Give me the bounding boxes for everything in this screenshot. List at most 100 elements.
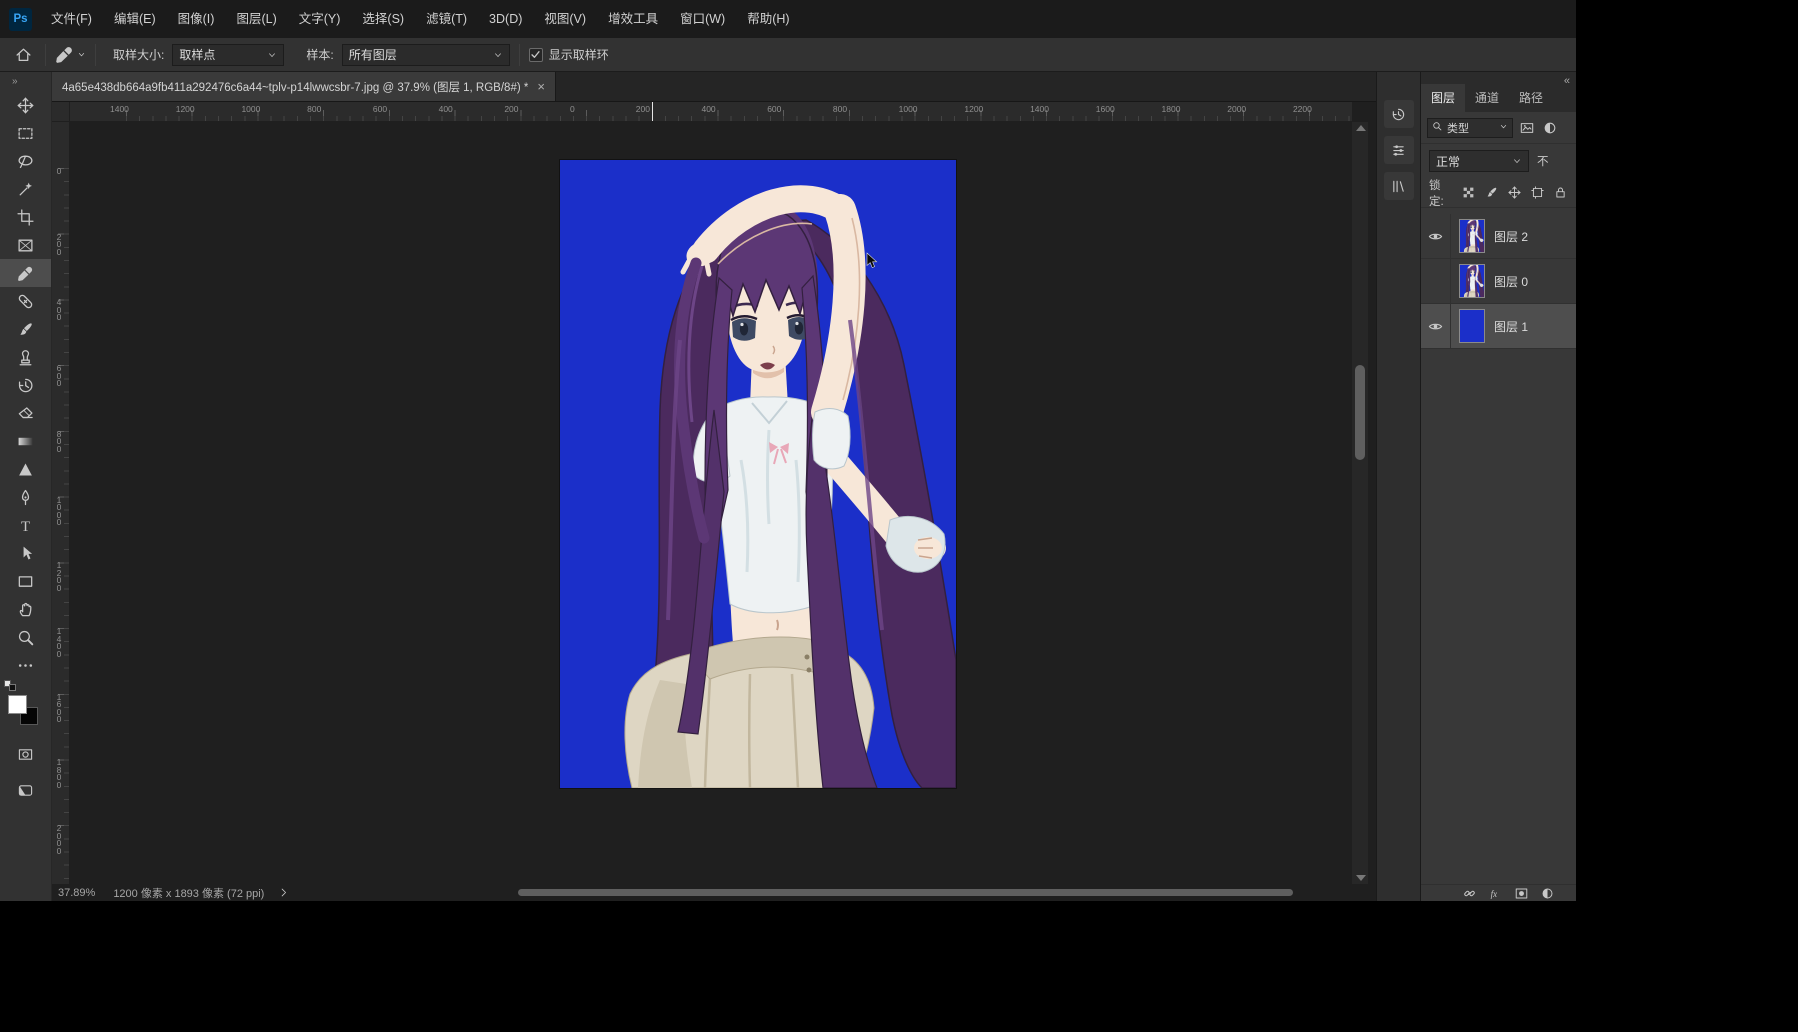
tool-crop[interactable]	[0, 203, 51, 231]
vertical-scrollbar-thumb[interactable]	[1355, 365, 1365, 460]
panel-tab[interactable]: 通道	[1465, 84, 1509, 112]
checkbox[interactable]	[528, 47, 543, 62]
lock-buttons	[1460, 185, 1568, 201]
menu-item[interactable]: 编辑(E)	[103, 0, 167, 38]
lock-move-icon	[1507, 186, 1521, 199]
vertical-scrollbar[interactable]	[1352, 122, 1368, 884]
document-tab-bar: 4a65e438db664a9fb411a292476c6a44~tplv-p1…	[52, 72, 1376, 102]
show-sampling-ring-toggle[interactable]: 显示取样环	[528, 46, 609, 63]
tool-clone-stamp[interactable]	[0, 343, 51, 371]
collapsed-panel-icons	[1377, 100, 1420, 200]
layer-row[interactable]: 图层 0	[1421, 259, 1576, 304]
tool-frame[interactable]	[0, 231, 51, 259]
sample-select[interactable]: 所有图层	[341, 43, 510, 66]
tool-blur[interactable]	[0, 455, 51, 483]
mask-button[interactable]	[1515, 887, 1528, 900]
menu-item[interactable]: 3D(D)	[478, 0, 533, 38]
fx-button[interactable]: fx	[1489, 887, 1502, 900]
search-icon	[1433, 121, 1442, 130]
ruler-label: 4 0 0	[56, 297, 62, 323]
menu-item[interactable]: 滤镜(T)	[415, 0, 478, 38]
home-button[interactable]	[10, 43, 36, 67]
menu-item[interactable]: 窗口(W)	[669, 0, 736, 38]
expand-panels-button[interactable]: ­ ­	[1377, 72, 1420, 92]
strip-properties-panel-button[interactable]	[1383, 136, 1414, 164]
tool-pen[interactable]	[0, 483, 51, 511]
layer-thumbnail	[1459, 309, 1485, 343]
layer-row[interactable]: 图层 2	[1421, 214, 1576, 259]
menu-item[interactable]: 图像(I)	[167, 0, 226, 38]
tool-eraser[interactable]	[0, 399, 51, 427]
frame-icon	[18, 239, 33, 251]
blend-mode-select[interactable]: 正常	[1429, 150, 1529, 172]
color-wells[interactable]	[3, 680, 42, 729]
healing-icon	[18, 294, 33, 308]
scroll-down-arrow[interactable]	[1356, 875, 1366, 881]
filter-adjustment-layers-button[interactable]	[1541, 119, 1559, 137]
menu-item[interactable]: 增效工具	[597, 0, 669, 38]
close-tab-button[interactable]: ×	[537, 79, 545, 94]
tool-move[interactable]	[0, 91, 51, 119]
brush-icon	[20, 322, 32, 335]
document-tab[interactable]: 4a65e438db664a9fb411a292476c6a44~tplv-p1…	[52, 72, 556, 101]
sample-size-select[interactable]: 取样点	[172, 43, 285, 66]
scroll-up-arrow[interactable]	[1356, 125, 1366, 131]
lock-move-button[interactable]	[1506, 185, 1522, 201]
filter-pixel-layers-button[interactable]	[1518, 119, 1536, 137]
current-tool-button[interactable]	[55, 45, 86, 64]
ruler-label: 0	[56, 166, 62, 176]
tool-shape[interactable]	[0, 567, 51, 595]
menu-item[interactable]: 文件(F)	[40, 0, 103, 38]
link-button[interactable]	[1463, 887, 1476, 900]
sample-size-value: 取样点	[179, 48, 216, 62]
toolbar-expand-button[interactable]: »	[0, 72, 51, 91]
panel-tab[interactable]: 图层	[1421, 84, 1466, 112]
canvas-viewport[interactable]	[70, 122, 1352, 884]
tool-marquee[interactable]	[0, 119, 51, 147]
tool-lasso[interactable]	[0, 147, 51, 175]
tool-hand[interactable]	[0, 595, 51, 623]
tool-history-brush[interactable]	[0, 371, 51, 399]
menu-item[interactable]: 视图(V)	[533, 0, 597, 38]
filter-type-select[interactable]: 类型	[1427, 117, 1513, 138]
strip-libraries-panel-button[interactable]	[1383, 172, 1414, 200]
tool-brush[interactable]	[0, 315, 51, 343]
strip-history-panel-button[interactable]	[1383, 100, 1414, 128]
default-colors-icon[interactable]	[3, 680, 17, 691]
panel-tab[interactable]: 路径	[1509, 84, 1553, 112]
horizontal-scrollbar-thumb[interactable]	[518, 889, 1293, 896]
collapse-panels-button[interactable]: «	[1564, 72, 1570, 87]
tool-object-selection[interactable]	[0, 175, 51, 203]
lock-artboard-button[interactable]	[1529, 185, 1545, 201]
menu-item[interactable]: 帮助(H)	[736, 0, 800, 38]
lock-transparent-button[interactable]	[1460, 185, 1476, 201]
layer-row[interactable]: 图层 1	[1421, 304, 1576, 349]
menu-item[interactable]: 选择(S)	[351, 0, 415, 38]
lock-all-button[interactable]	[1552, 185, 1568, 201]
layers-list: 图层 2 图层 0 图层 1	[1421, 214, 1576, 349]
menu-item[interactable]: 图层(L)	[225, 0, 287, 38]
document-canvas[interactable]	[560, 160, 956, 788]
quick-mask-button[interactable]	[15, 743, 37, 765]
tool-path-selection[interactable]	[0, 539, 51, 567]
tool-healing[interactable]	[0, 287, 51, 315]
lock-brush-button[interactable]	[1483, 185, 1499, 201]
screen-mode-button[interactable]	[15, 779, 37, 801]
tool-edit-toolbar[interactable]	[0, 651, 51, 679]
layer-visibility-on[interactable]	[1421, 214, 1451, 258]
tool-type[interactable]: T	[0, 511, 51, 539]
layer-visibility-off[interactable]	[1421, 259, 1451, 303]
menu-item[interactable]: 文字(Y)	[288, 0, 352, 38]
tool-eyedropper[interactable]	[0, 259, 51, 287]
tool-zoom[interactable]	[0, 623, 51, 651]
opacity-label: 不	[1537, 156, 1549, 168]
status-menu-arrow[interactable]	[278, 887, 289, 898]
tool-gradient[interactable]	[0, 427, 51, 455]
chevron-right-icon	[282, 888, 287, 897]
layer-visibility-on[interactable]	[1421, 304, 1451, 348]
foreground-color-swatch[interactable]	[7, 695, 27, 714]
adjustment-filter-button[interactable]	[1541, 887, 1554, 900]
gradient-icon	[18, 437, 33, 445]
divider	[95, 43, 96, 66]
lock-artboard-icon	[1530, 186, 1544, 199]
